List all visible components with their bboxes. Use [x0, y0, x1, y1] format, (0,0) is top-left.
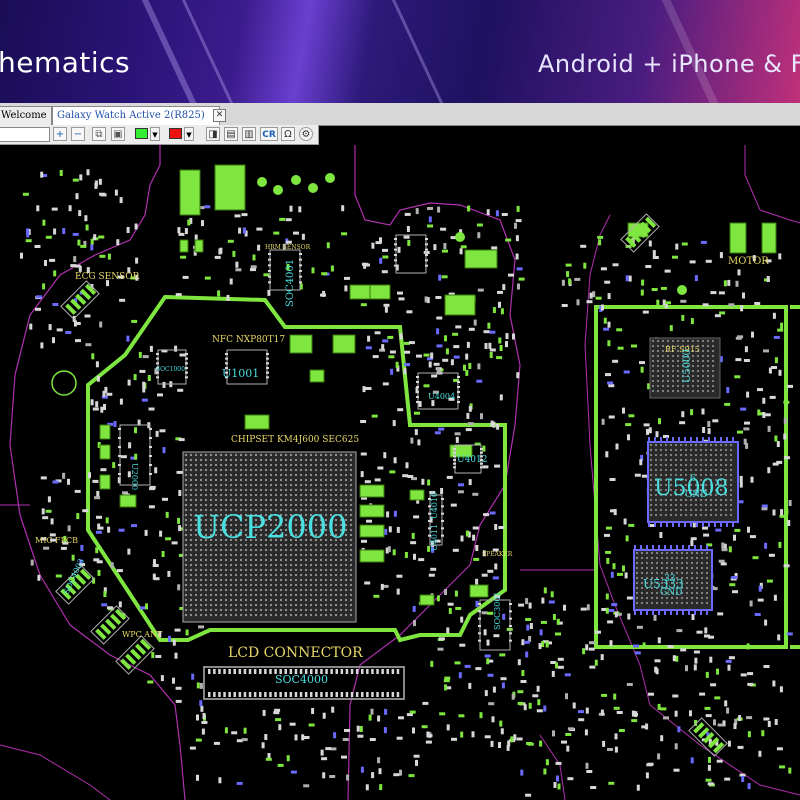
u1001-label: U1001 [222, 367, 259, 380]
omega-button[interactable]: Ω [281, 127, 295, 141]
u4010-label: U4010 [430, 492, 439, 519]
u2000-label: U2000 [130, 463, 139, 490]
close-tab-icon[interactable]: ✕ [213, 109, 226, 122]
wpc-ant-label: WPC ANT [122, 630, 163, 639]
speaker-label: SPEAKER [482, 551, 513, 558]
u5000-label: U5000 [682, 349, 693, 383]
copy-icon[interactable]: ⧉ [92, 127, 106, 141]
gnd1-label: GND [685, 490, 707, 500]
u4011-label: U4011 [430, 524, 439, 551]
soc3001-label: SOC3001 [493, 591, 502, 630]
ucp2000-label: UCP2000 [193, 508, 347, 546]
motor-label: MOTOR [728, 256, 769, 267]
cr-button[interactable]: CR [260, 127, 278, 141]
pcb-board-view[interactable]: ECG SENSOR HRM SENSOR SOC4001 SOC1000 NF… [0, 145, 800, 800]
soc1000-label: SOC1000 [156, 366, 185, 373]
viewer-toolbar: + − ⧉ ▣ ▼ ▼ ◨ ▤ ▥ CR Ω ⚙ [0, 125, 319, 145]
banner-subtitle: Android + iPhone & F [538, 50, 800, 78]
document-tab-bar: Welcome Galaxy Watch Active 2(R825) ✕ [0, 103, 800, 126]
nfc-label: NFC NXP80T17 [212, 335, 285, 345]
net-color-swatch[interactable] [135, 128, 148, 139]
tab-galaxy-watch[interactable]: Galaxy Watch Active 2(R825) [52, 106, 220, 125]
page2-icon[interactable]: ▥ [242, 127, 256, 141]
page-icon[interactable]: ▤ [224, 127, 238, 141]
board-outline-left [9, 145, 186, 800]
gnd2-label: GND [660, 588, 682, 598]
settings-icon[interactable]: ⚙ [299, 127, 313, 141]
fit-icon[interactable]: ▣ [111, 127, 125, 141]
zoom-in-icon[interactable]: + [53, 127, 67, 141]
highlight-color-dropdown-icon[interactable]: ▼ [184, 127, 194, 141]
u4004-label: U4004 [428, 392, 455, 401]
layer-icon[interactable]: ◨ [206, 127, 220, 141]
u4012-label: U4012 [457, 455, 488, 465]
zoom-input[interactable] [0, 127, 50, 142]
ecg-sensor-label: ECG SENSOR [75, 272, 140, 282]
zoom-out-icon[interactable]: − [71, 127, 85, 141]
mic-fpcb-label: MIC FPCB [35, 536, 78, 545]
soc4000-label: SOC4000 [275, 673, 328, 686]
highlight-color-swatch[interactable] [169, 128, 182, 139]
num-6-label: 6 [690, 474, 696, 484]
banner-title: hematics [0, 46, 131, 79]
num-33-label: 33 [664, 574, 676, 584]
tab-welcome[interactable]: Welcome [0, 106, 52, 125]
net-color-dropdown-icon[interactable]: ▼ [150, 127, 160, 141]
app-banner: hematics Android + iPhone & F [0, 0, 800, 103]
soc4001-label: SOC4001 [285, 259, 296, 307]
lcd-connector-label: LCD CONNECTOR [228, 645, 363, 661]
hrm-sensor-label: HRM SENSOR [265, 244, 311, 251]
chipset-label: CHIPSET KM4J600 SEC625 [231, 435, 359, 445]
